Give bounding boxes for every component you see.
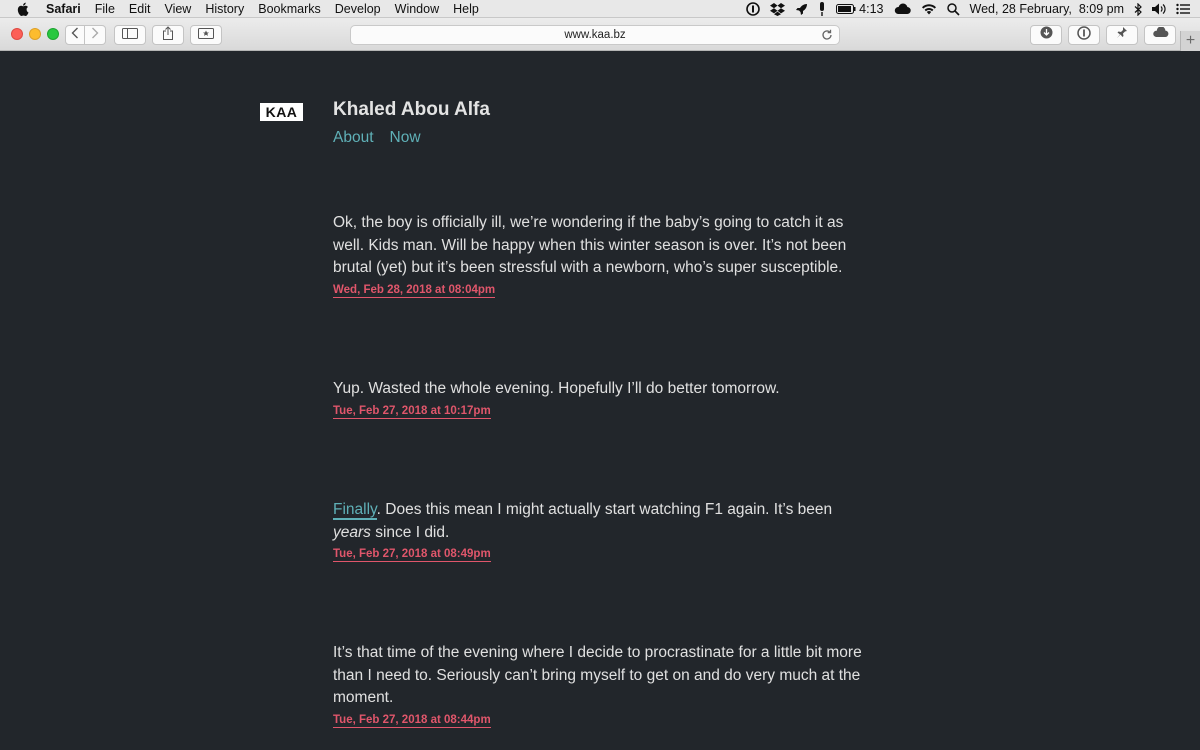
site-logo[interactable]: KAA [260, 103, 303, 121]
post-item: Yup. Wasted the whole evening. Hopefully… [333, 378, 873, 419]
nav-about-link[interactable]: About [333, 129, 374, 147]
notification-center-icon[interactable] [1176, 3, 1190, 15]
clock-datetime[interactable]: Wed, 28 February, 8:09 pm [970, 2, 1124, 16]
post-item: It’s that time of the evening where I de… [333, 642, 873, 728]
password-manager-button[interactable] [1068, 25, 1100, 45]
close-window-button[interactable] [11, 28, 23, 40]
download-icon [1040, 26, 1053, 44]
menu-bar: Safari File Edit View History Bookmarks … [0, 0, 1200, 18]
address-bar[interactable]: www.kaa.bz [350, 25, 840, 45]
browser-toolbar: www.kaa.bz [0, 18, 1200, 51]
onepassword-icon[interactable] [746, 2, 760, 16]
menu-history[interactable]: History [205, 2, 244, 16]
post-text-part: since I did. [370, 523, 450, 541]
menu-help[interactable]: Help [453, 2, 479, 16]
onepassword-toolbar-icon [1077, 25, 1091, 45]
bluetooth-icon[interactable] [1134, 2, 1142, 16]
post-text-part: . Does this mean I might actually start … [376, 501, 833, 518]
post-text: Yup. Wasted the whole evening. Hopefully… [333, 380, 780, 397]
post-date-link[interactable]: Tue, Feb 27, 2018 at 08:44pm [333, 713, 491, 728]
dropbox-icon[interactable] [770, 2, 786, 16]
sidebar-toggle-button[interactable] [114, 25, 146, 45]
menu-bookmarks[interactable]: Bookmarks [258, 2, 321, 16]
apple-icon[interactable] [16, 2, 34, 16]
nav-now-link[interactable]: Now [390, 129, 421, 147]
chevron-left-icon [71, 26, 79, 44]
menu-view[interactable]: View [164, 2, 191, 16]
chevron-right-icon [91, 26, 99, 44]
cloud-toolbar-icon [1152, 26, 1169, 44]
post-text: Ok, the boy is officially ill, we’re won… [333, 214, 847, 276]
menu-edit[interactable]: Edit [129, 2, 151, 16]
post-item: Finally. Does this mean I might actually… [333, 499, 873, 562]
reload-icon[interactable] [821, 29, 833, 44]
post-text: Finally. Does this mean I might actually… [333, 499, 873, 544]
cloud-icon[interactable] [894, 3, 911, 15]
sidebar-icon [122, 26, 138, 44]
post-item: Ok, the boy is officially ill, we’re won… [333, 212, 873, 298]
zoom-window-button[interactable] [47, 28, 59, 40]
forward-button[interactable] [85, 25, 106, 45]
star-icon [198, 26, 214, 44]
site-nav: About Now [333, 129, 421, 147]
volume-icon[interactable] [1152, 3, 1166, 15]
status-area: 4:13 Wed, 28 February, 8:09 pm [746, 0, 1190, 18]
new-tab-button[interactable]: + [1180, 31, 1200, 51]
microphone-icon[interactable] [818, 2, 826, 16]
pin-icon [1116, 26, 1128, 44]
battery-time: 4:13 [859, 2, 884, 16]
post-text: It’s that time of the evening where I de… [333, 644, 862, 706]
pin-button[interactable] [1106, 25, 1138, 45]
post-text-emphasis: years [333, 523, 371, 541]
back-button[interactable] [65, 25, 85, 45]
post-date-link[interactable]: Tue, Feb 27, 2018 at 10:17pm [333, 404, 491, 419]
menu-window[interactable]: Window [395, 2, 439, 16]
post-date-link[interactable]: Wed, Feb 28, 2018 at 08:04pm [333, 283, 496, 298]
battery-status[interactable]: 4:13 [836, 2, 884, 16]
bookmark-extension-button[interactable] [190, 25, 222, 45]
cloud-extension-button[interactable] [1144, 25, 1176, 45]
menu-develop[interactable]: Develop [335, 2, 381, 16]
menu-app-name[interactable]: Safari [46, 2, 81, 16]
share-icon [162, 25, 174, 45]
post-date-link[interactable]: Tue, Feb 27, 2018 at 08:49pm [333, 547, 491, 562]
minimize-window-button[interactable] [29, 28, 41, 40]
battery-icon [836, 4, 856, 14]
site-title[interactable]: Khaled Abou Alfa [333, 99, 490, 121]
search-icon[interactable] [946, 2, 960, 16]
menu-file[interactable]: File [95, 2, 115, 16]
rocket-icon[interactable] [795, 3, 808, 16]
share-button[interactable] [152, 25, 184, 45]
finally-link[interactable]: Finally [333, 501, 377, 520]
downloads-button[interactable] [1030, 25, 1062, 45]
url-text: www.kaa.bz [564, 29, 626, 41]
wifi-icon[interactable] [921, 3, 937, 15]
